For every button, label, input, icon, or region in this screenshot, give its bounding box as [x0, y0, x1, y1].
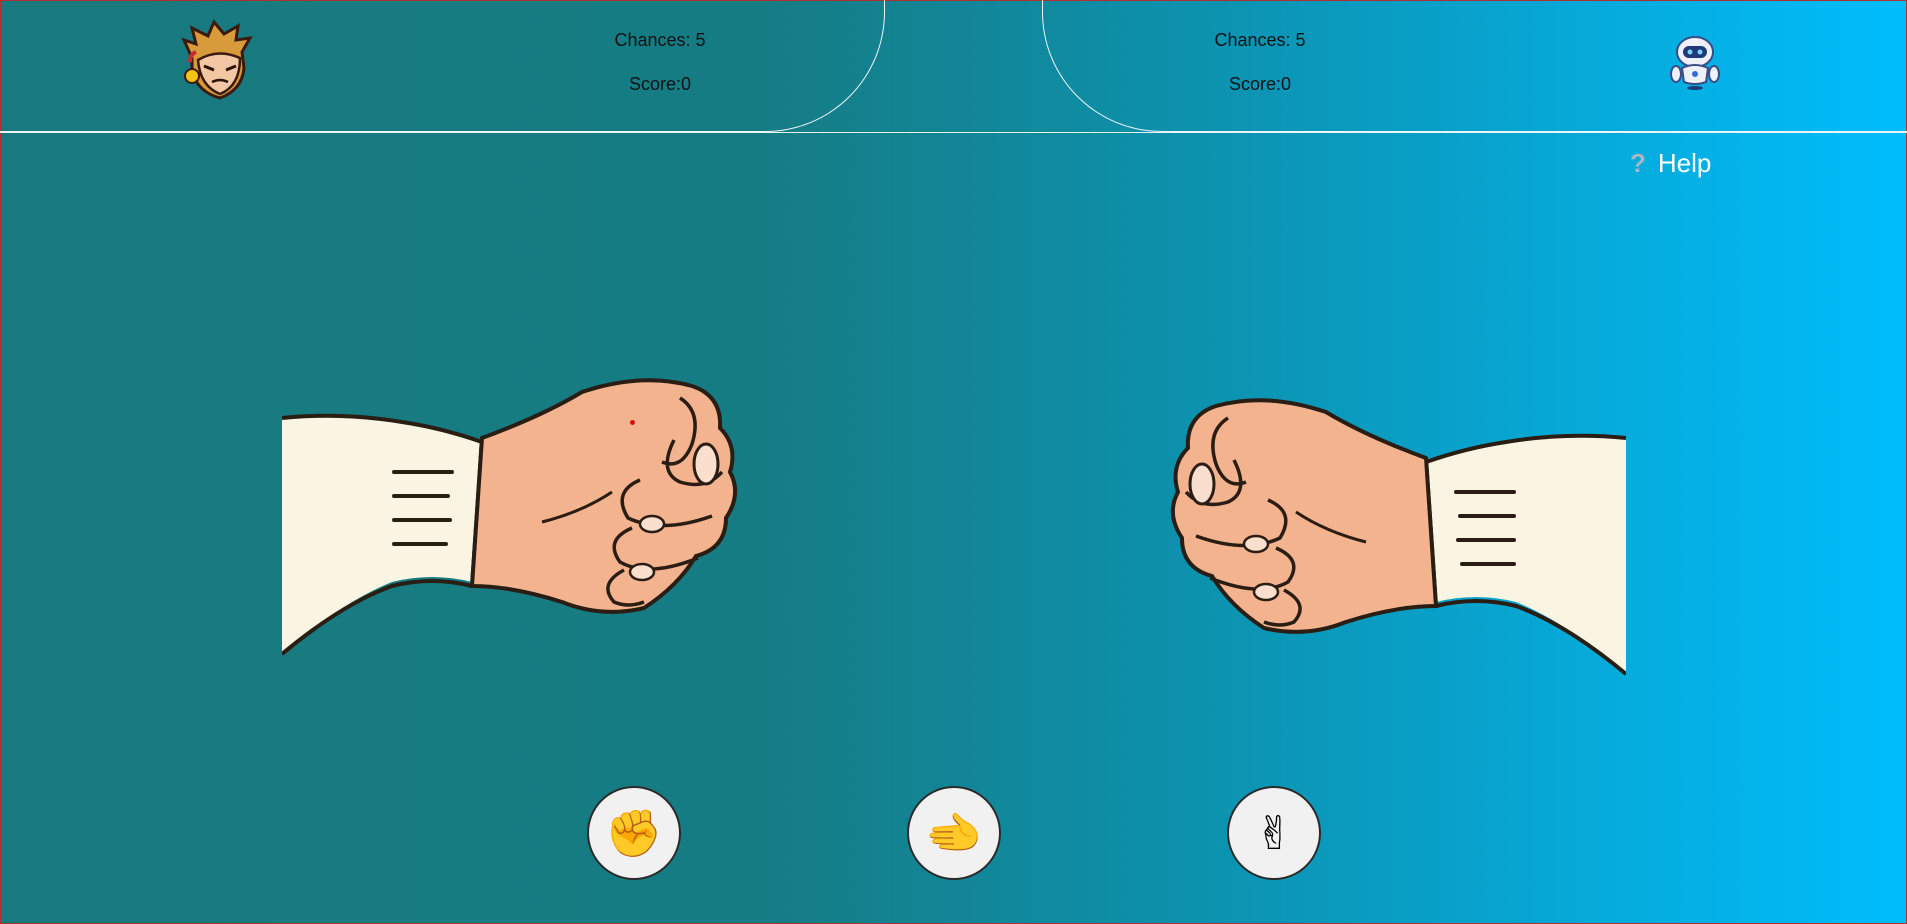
player-chances: Chances: 5 — [614, 30, 706, 50]
help-label: Help — [1657, 148, 1712, 178]
computer-hand-icon — [1170, 398, 1626, 676]
player-hand-icon — [282, 378, 738, 656]
robot-avatar-icon — [1670, 36, 1720, 90]
header-divider — [0, 132, 1907, 133]
player-score: Score:0 — [628, 74, 692, 94]
computer-panel — [1042, 0, 1907, 132]
player-panel — [0, 0, 885, 132]
computer-chances: Chances: 5 — [1214, 30, 1306, 50]
question-icon: ? — [1630, 148, 1646, 178]
computer-score: Score:0 — [1228, 74, 1292, 94]
help-button[interactable]: ? Help — [1630, 148, 1711, 179]
scissors-button[interactable]: ✌ — [1227, 786, 1321, 880]
paper-button[interactable]: 🫲 — [907, 786, 1001, 880]
boy-avatar-icon — [181, 19, 253, 100]
cursor-dot — [630, 420, 635, 425]
rock-button[interactable]: ✊ — [587, 786, 681, 880]
